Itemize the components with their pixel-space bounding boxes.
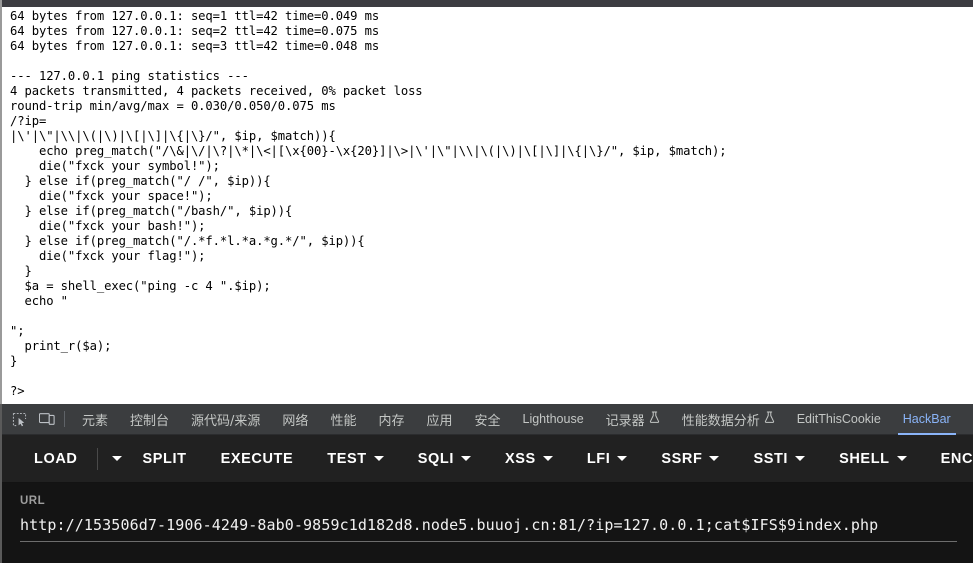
- hackbar-button-label: SHELL: [839, 450, 890, 467]
- hackbar-load-button[interactable]: LOAD: [24, 451, 87, 467]
- source-line: die("fxck your bash!");: [10, 219, 206, 233]
- inspect-element-icon[interactable]: [6, 406, 33, 432]
- devtools-tab-[interactable]: 元素: [71, 404, 119, 435]
- devtools-tab-bar: 元素 控制台 源代码/来源 网络 性能 内存 应用 安全 Lighthouse 记录器 性能数据分析…: [2, 404, 973, 435]
- devtools-tab-label: Lighthouse: [522, 412, 584, 426]
- chevron-down-icon: [795, 456, 806, 461]
- source-line: --- 127.0.0.1 ping statistics ---: [10, 69, 249, 83]
- hackbar-url-panel: URL: [2, 483, 973, 563]
- devtools-tab-[interactable]: 控制台: [119, 404, 180, 435]
- source-line: /?ip=: [10, 114, 47, 128]
- hackbar-button-label: TEST: [327, 450, 367, 467]
- source-line: ?>: [10, 384, 25, 398]
- hackbar-button-label: ENCODING: [940, 450, 973, 467]
- devtools-tab-label: 内存: [378, 413, 405, 429]
- devtools-tab-[interactable]: 网络: [271, 404, 319, 435]
- source-line: die("fxck your flag!");: [10, 249, 206, 263]
- devtools-tab-[interactable]: 内存: [367, 404, 415, 435]
- hackbar-toolbar: LOAD SPLIT EXECUTE TEST SQLI XSS LFI SSRF SSTI SH…: [2, 435, 973, 483]
- devtools-tab-lighthouse[interactable]: Lighthouse: [512, 404, 595, 435]
- hackbar-load-dropdown-button[interactable]: [102, 456, 132, 461]
- devtools-tab-label: 安全: [474, 413, 501, 429]
- source-line: } else if(preg_match("/ /", $ip)){: [10, 174, 271, 188]
- source-line: }: [10, 354, 18, 368]
- toolbar-divider: [64, 411, 65, 427]
- url-input[interactable]: [20, 516, 957, 542]
- devtools-tab-[interactable]: 安全: [463, 404, 511, 435]
- devtools-tab-label: 应用: [426, 413, 453, 429]
- chevron-down-icon: [617, 456, 628, 461]
- browser-top-edge: [2, 0, 973, 7]
- hackbar-button-label: LFI: [586, 450, 611, 467]
- hackbar-test-button[interactable]: TEST: [317, 451, 393, 467]
- device-toolbar-icon[interactable]: [33, 406, 60, 432]
- source-line: 64 bytes from 127.0.0.1: seq=2 ttl=42 ti…: [10, 24, 380, 38]
- devtools-tab-hackbar[interactable]: HackBar: [892, 404, 962, 435]
- hackbar-sqli-button[interactable]: SQLI: [408, 451, 481, 467]
- hackbar-ssti-button[interactable]: SSTI: [743, 451, 815, 467]
- devtools-tab-label: 源代码/来源: [191, 413, 261, 429]
- source-line: echo ": [10, 294, 68, 308]
- devtools-tab-[interactable]: 性能数据分析: [671, 404, 786, 435]
- source-line: 4 packets transmitted, 4 packets receive…: [10, 84, 423, 98]
- chevron-down-icon: [112, 456, 123, 461]
- hackbar-ssrf-button[interactable]: SSRF: [651, 451, 729, 467]
- screen: 64 bytes from 127.0.0.1: seq=1 ttl=42 ti…: [0, 0, 973, 563]
- hackbar-lfi-button[interactable]: LFI: [577, 451, 638, 467]
- devtools-tab-editthiscookie[interactable]: EditThisCookie: [786, 404, 892, 435]
- source-line: 64 bytes from 127.0.0.1: seq=1 ttl=42 ti…: [10, 9, 380, 23]
- devtools-tab-label: 元素: [82, 413, 109, 429]
- hackbar-button-label: EXECUTE: [220, 450, 294, 467]
- chevron-down-icon: [373, 456, 384, 461]
- source-line: [10, 309, 973, 324]
- source-line: } else if(preg_match("/bash/", $ip)){: [10, 204, 293, 218]
- devtools-tab-label: 控制台: [130, 413, 170, 429]
- source-line: [10, 54, 973, 69]
- source-line: }: [10, 264, 32, 278]
- devtools-tab-label: 性能: [330, 413, 357, 429]
- hackbar-button-label: SSTI: [753, 450, 789, 467]
- hackbar-split-button[interactable]: SPLIT: [132, 451, 196, 467]
- chevron-down-icon: [896, 456, 907, 461]
- source-line: die("fxck your symbol!");: [10, 159, 220, 173]
- hackbar-execute-button[interactable]: EXECUTE: [211, 451, 304, 467]
- source-line: } else if(preg_match("/.*f.*l.*a.*g.*/",…: [10, 234, 365, 248]
- source-line: [10, 369, 973, 384]
- source-line: |\'|\"|\\|\(|\)|\[|\]|\{|\}/", $ip, $mat…: [10, 129, 336, 143]
- source-line: 64 bytes from 127.0.0.1: seq=3 ttl=42 ti…: [10, 39, 380, 53]
- devtools-tab-[interactable]: 性能: [319, 404, 367, 435]
- source-line: die("fxck your space!");: [10, 189, 213, 203]
- hackbar-button-label: SSRF: [661, 450, 703, 467]
- chevron-down-icon: [709, 456, 720, 461]
- hackbar-button-label: LOAD: [34, 450, 78, 467]
- hackbar-button-label: SPLIT: [142, 450, 187, 467]
- chevron-down-icon: [542, 456, 553, 461]
- devtools-tab-label: 网络: [282, 413, 309, 429]
- hackbar-encoding-button[interactable]: ENCODING: [931, 451, 973, 467]
- devtools-tab-[interactable]: 应用: [415, 404, 463, 435]
- source-line: echo preg_match("/\&|\/|\?|\*|\<|[\x{00}…: [10, 144, 727, 158]
- hackbar-xss-button[interactable]: XSS: [495, 451, 563, 467]
- chevron-down-icon: [460, 456, 471, 461]
- hackbar-button-label: SQLI: [417, 450, 454, 467]
- devtools-tab-label: 性能数据分析: [681, 413, 760, 429]
- source-line: round-trip min/avg/max = 0.030/0.050/0.0…: [10, 99, 336, 113]
- hackbar-button-label: XSS: [504, 450, 536, 467]
- devtools-tab-[interactable]: 记录器: [595, 404, 671, 435]
- browser-content-area: 64 bytes from 127.0.0.1: seq=1 ttl=42 ti…: [0, 0, 973, 404]
- source-line: print_r($a);: [10, 339, 112, 353]
- ping-output-and-php-source: 64 bytes from 127.0.0.1: seq=1 ttl=42 ti…: [2, 7, 973, 399]
- devtools-panel: 元素 控制台 源代码/来源 网络 性能 内存 应用 安全 Lighthouse 记录器 性能数据分析…: [0, 404, 973, 563]
- devtools-tab-label: 记录器: [605, 413, 645, 429]
- devtools-tab-[interactable]: 源代码/来源: [180, 404, 271, 435]
- source-line: ";: [10, 324, 25, 338]
- experiment-flask-icon: [764, 411, 775, 427]
- source-line: $a = shell_exec("ping -c 4 ".$ip);: [10, 279, 271, 293]
- devtools-tab-label: HackBar: [902, 412, 951, 426]
- experiment-flask-icon: [649, 411, 660, 427]
- devtools-tab-label: EditThisCookie: [796, 412, 881, 426]
- hackbar-shell-button[interactable]: SHELL: [829, 451, 917, 467]
- hackbar-button-divider: [97, 447, 99, 470]
- url-field-label: URL: [20, 495, 46, 507]
